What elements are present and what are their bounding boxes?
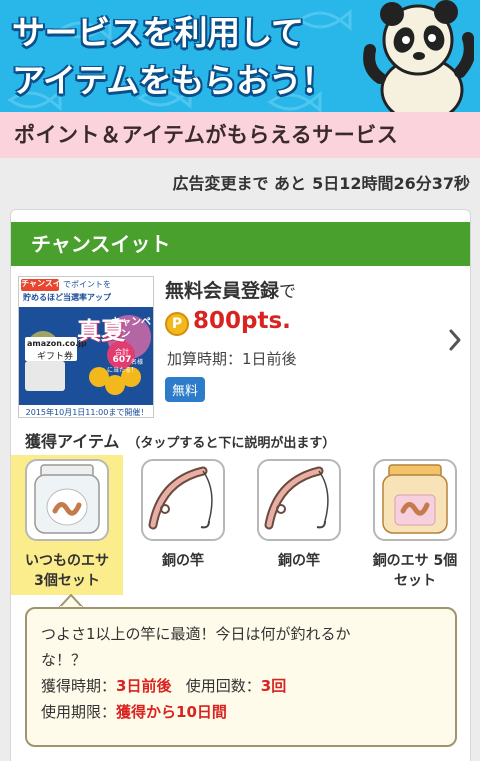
point-coin-icon: P: [165, 312, 189, 336]
thumb-gift: ギフト券: [37, 352, 74, 362]
offer-card: チャンスイット チャンスイット でポイントを 貯めるほど当選率アップ 真夏 キャ…: [10, 209, 471, 761]
item-label-line2: セット: [394, 573, 436, 589]
item-label-line1: いつものエサ: [25, 553, 109, 569]
offer-title-main: 無料会員登録: [165, 280, 280, 302]
item-image: [373, 459, 457, 541]
promo-banner[interactable]: サービスを利用して アイテムをもらおう！: [0, 0, 480, 112]
acquire-uses-row: 獲得時期：3日前後 使用回数：3回: [41, 673, 441, 699]
free-badge: 無料: [165, 377, 206, 402]
item-label-line1: 銅のエサ 5個: [372, 553, 458, 569]
description-pointer-icon: [59, 594, 83, 608]
item-label-line1: 銅の竿: [162, 553, 204, 569]
worm-jar-icon: [382, 464, 448, 534]
panda-mascot-icon: [363, 0, 474, 112]
banner-headline-line1: サービスを利用して: [12, 13, 304, 52]
thumb-amazon: amazon.co.jp: [27, 339, 87, 348]
items-heading-note: （タップすると下に説明が出ます）: [127, 436, 336, 451]
countdown-value: 5日12時間26分37秒: [312, 174, 470, 193]
item-tile[interactable]: 銅の竿: [243, 455, 355, 595]
thumb-deadline: 2015年10月1日11:00まで開催！: [25, 408, 149, 417]
items-heading: 獲得アイテム （タップすると下に説明が出ます）: [25, 428, 335, 452]
expiry-row: 使用期限：獲得から10日間: [41, 699, 441, 725]
item-tile[interactable]: 銅のエサ 5個 セット: [359, 455, 470, 595]
item-label-line1: 銅の竿: [278, 553, 320, 569]
item-label: 銅の竿: [127, 551, 239, 571]
item-tile[interactable]: 銅の竿: [127, 455, 239, 595]
chevron-right-icon[interactable]: [448, 328, 462, 352]
items-heading-title: 獲得アイテム: [25, 432, 120, 451]
section-title: ポイント＆アイテムがもらえるサービス: [0, 112, 480, 158]
thumb-top-text: でポイントを: [63, 280, 111, 289]
item-label: いつものエサ 3個セット: [11, 551, 123, 591]
fishing-rod-icon: [148, 466, 213, 530]
worm-jar-icon: [34, 464, 100, 534]
item-description-panel: つよさ1以上の竿に最適！今日は何が釣れるか な！？ 獲得時期：3日前後 使用回数…: [25, 607, 457, 747]
offer-points: 800pts.: [193, 308, 291, 334]
thumb-sub-text: 貯めるほど当選率アップ: [23, 293, 111, 302]
ad-change-countdown: 広告変更まで あと 5日12時間26分37秒: [166, 170, 470, 194]
description-text-line2: な！？: [41, 651, 87, 669]
acquire-value: 3日前後: [116, 677, 172, 695]
offer-row[interactable]: チャンスイット でポイントを 貯めるほど当選率アップ 真夏 キャンペーン ama…: [11, 272, 470, 422]
offer-timing: 加算時期：1日前後: [167, 350, 297, 368]
item-label: 銅のエサ 5個 セット: [359, 551, 470, 591]
item-label-line2: 3個セット: [34, 573, 100, 589]
expiry-value: 獲得から10日間: [116, 703, 227, 721]
banner-headline-line2: アイテムをもらおう！: [12, 61, 334, 100]
item-image: [257, 459, 341, 541]
description-text-line1: つよさ1以上の竿に最適！今日は何が釣れるか: [41, 625, 351, 643]
thumb-headline-2: キャンペーン: [111, 317, 151, 340]
item-image: [25, 459, 109, 541]
thumb-total-tail: に当たる！: [107, 367, 138, 374]
item-list: いつものエサ 3個セット 銅の竿 銅の竿 銅のエサ 5個 セット: [11, 455, 470, 595]
campaign-thumbnail[interactable]: チャンスイット でポイントを 貯めるほど当選率アップ 真夏 キャンペーン ama…: [18, 276, 154, 418]
acquire-label: 獲得時期：: [41, 677, 117, 695]
uses-label: 使用回数：: [185, 677, 261, 695]
countdown-label: 広告変更まで あと: [172, 174, 307, 193]
item-tile[interactable]: いつものエサ 3個セット: [11, 455, 123, 595]
offer-title-suffix: で: [279, 282, 297, 302]
fishing-rod-icon: [264, 466, 329, 530]
offer-title: 無料会員登録で: [165, 276, 296, 303]
expiry-label: 使用期限：: [41, 703, 117, 721]
item-label: 銅の竿: [243, 551, 355, 571]
offer-provider-header: チャンスイット: [11, 222, 470, 266]
uses-value: 3回: [260, 677, 287, 695]
item-image: [141, 459, 225, 541]
